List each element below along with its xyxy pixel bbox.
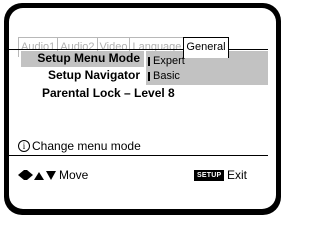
option-expert[interactable]: Expert (148, 54, 185, 68)
menu-item-setup-menu-mode[interactable]: Setup Menu Mode (21, 51, 144, 67)
option-basic-label: Basic (153, 70, 180, 82)
help-hint: i Change menu mode (18, 139, 141, 153)
exit-label: Exit (227, 168, 248, 182)
setup-key-icon: SETUP (194, 170, 225, 181)
tab-general[interactable]: General (183, 37, 229, 58)
footer-divider (9, 155, 268, 156)
menu-item-setup-navigator[interactable]: Setup Navigator (21, 68, 144, 83)
move-label: Move (59, 168, 89, 182)
direction-arrows-icon (18, 169, 57, 181)
help-hint-text: Change menu mode (32, 139, 141, 153)
option-marker-icon (148, 71, 150, 81)
tab-divider (9, 49, 268, 50)
move-hint: Move (18, 168, 88, 182)
option-marker-icon (148, 56, 150, 66)
info-icon: i (18, 140, 30, 152)
menu-item-parental-lock[interactable]: Parental Lock – Level 8 (42, 86, 175, 101)
tv-screen-frame: Audio1 Audio2 Video Language General (4, 3, 281, 215)
option-basic[interactable]: Basic (148, 69, 180, 83)
option-expert-label: Expert (153, 55, 185, 67)
